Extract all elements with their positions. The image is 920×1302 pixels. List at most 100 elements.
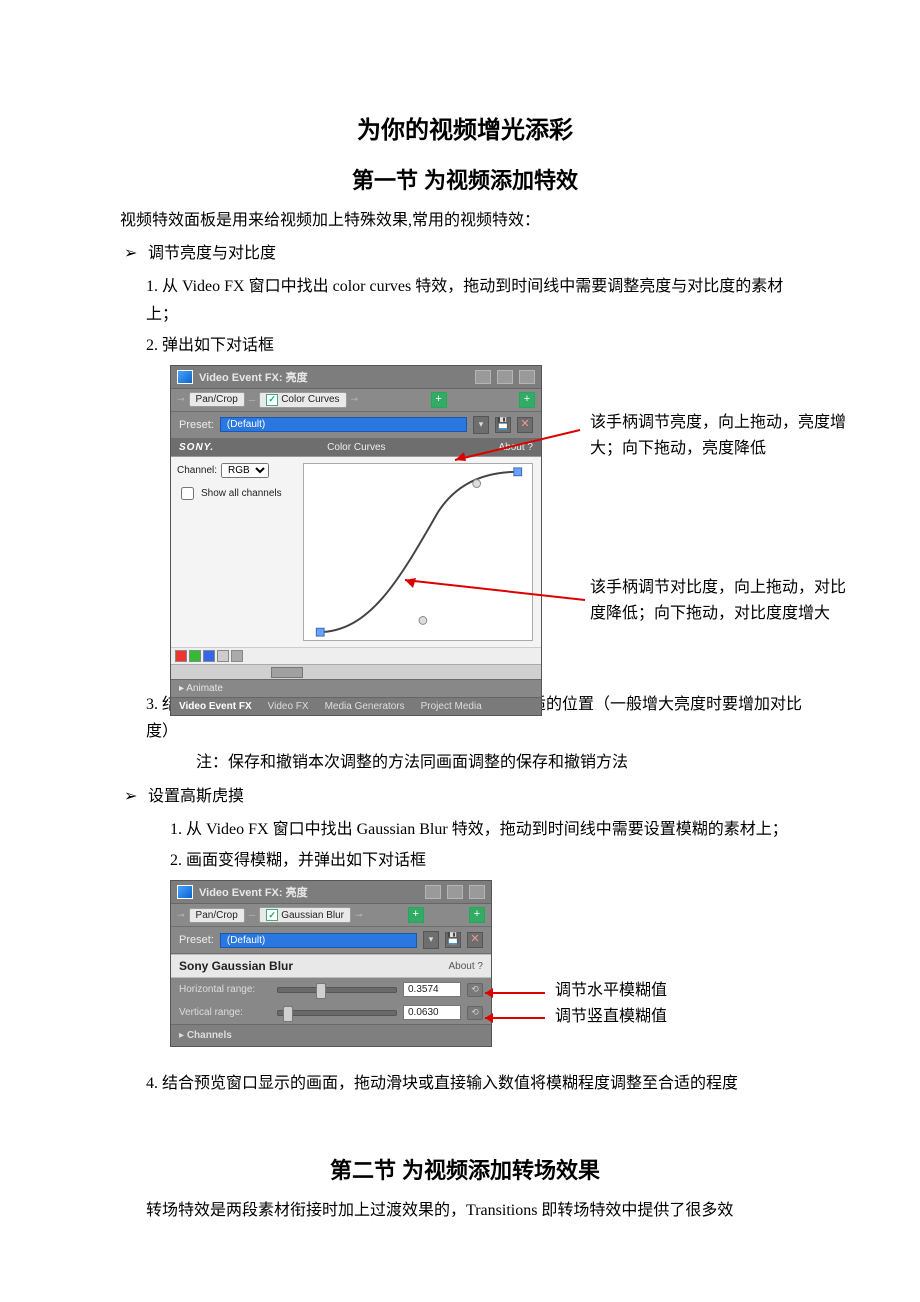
add-fx-button[interactable]: + <box>408 907 424 923</box>
add-fx-button[interactable]: + <box>431 392 447 408</box>
bullet-brightness: ➢ 调节亮度与对比度 <box>124 240 810 267</box>
h-range-slider[interactable] <box>277 987 397 993</box>
fx-titlebar: Video Event FX: 亮度 <box>171 366 541 389</box>
chain-connector-icon: ⊸ <box>177 910 185 921</box>
swatch-green[interactable] <box>189 650 201 662</box>
add-fx-button-2[interactable]: + <box>469 907 485 923</box>
fx-chain: ⊸ Pan/Crop ─ ✓ Gaussian Blur ⊸ + + <box>171 904 491 927</box>
gb-step-2: 2. 画面变得模糊，并弹出如下对话框 <box>120 847 810 874</box>
v-reset-icon[interactable]: ⟲ <box>467 1006 483 1020</box>
fx-header-label: Sony Gaussian Blur <box>179 959 293 973</box>
chain-pan-crop[interactable]: Pan/Crop <box>189 392 245 407</box>
fx-name-label: Color Curves <box>327 442 385 453</box>
delete-preset-icon[interactable]: ✕ <box>517 417 533 433</box>
fx-panel-color-curves: Video Event FX: 亮度 ⊸ Pan/Crop ─ ✓ Color … <box>170 365 542 716</box>
dropdown-icon[interactable]: ▾ <box>423 931 439 949</box>
fx-titlebar: Video Event FX: 亮度 <box>171 881 491 904</box>
chain-gaussian-blur[interactable]: ✓ Gaussian Blur <box>259 907 351 923</box>
figure-color-curves: Video Event FX: 亮度 ⊸ Pan/Crop ─ ✓ Color … <box>170 365 910 681</box>
check-icon: ✓ <box>266 394 278 406</box>
window-icon <box>177 370 193 384</box>
fx-body: Channel: RGB Show all channels <box>171 456 541 647</box>
preset-dropdown[interactable]: (Default) <box>220 933 417 948</box>
curve-canvas[interactable] <box>303 463 533 641</box>
titlebar-btn-3[interactable] <box>469 885 485 899</box>
channels-row[interactable]: ▸ Channels <box>171 1024 491 1046</box>
chain-connector-icon: ⊸ <box>351 394 359 405</box>
titlebar-btn-2[interactable] <box>447 885 463 899</box>
step-2: 2. 弹出如下对话框 <box>120 332 810 359</box>
fx-sidebar: Channel: RGB Show all channels <box>171 457 303 647</box>
section2-intro: 转场特效是两段素材衔接时加上过渡效果的，Transitions 即转场特效中提供… <box>120 1197 810 1224</box>
bullet-gaussian: ➢ 设置高斯虎摸 <box>124 783 810 810</box>
fx-panel-gaussian-blur: Video Event FX: 亮度 ⊸ Pan/Crop ─ ✓ Gaussi… <box>170 880 492 1047</box>
add-fx-button-2[interactable]: + <box>519 392 535 408</box>
animate-row[interactable]: ▸ Animate <box>171 679 541 697</box>
annotation-contrast: 该手柄调节对比度，向上拖动，对比度降低；向下拖动，对比度度增大 <box>590 575 850 626</box>
vertical-range-row: Vertical range: 0.0630 ⟲ <box>171 1001 491 1024</box>
preset-dropdown[interactable]: (Default) <box>220 417 467 432</box>
v-range-slider[interactable] <box>277 1010 397 1016</box>
fx-title-text: Video Event FX: 亮度 <box>199 884 308 900</box>
save-preset-icon[interactable]: 💾 <box>495 417 511 433</box>
swatch-blue[interactable] <box>203 650 215 662</box>
step-3-note: 注：保存和撤销本次调整的方法同画面调整的保存和撤销方法 <box>120 749 810 776</box>
titlebar-btn-2[interactable] <box>497 370 513 384</box>
show-all-label: Show all channels <box>201 488 282 499</box>
bullet-text: 设置高斯虎摸 <box>148 788 244 805</box>
step-1: 1. 从 Video FX 窗口中找出 color curves 特效，拖动到时… <box>120 273 810 327</box>
section2-heading: 第二节 为视频添加转场效果 <box>120 1153 810 1185</box>
titlebar-btn-3[interactable] <box>519 370 535 384</box>
preset-label: Preset: <box>179 419 214 431</box>
h-reset-icon[interactable]: ⟲ <box>467 983 483 997</box>
swatch-gray2[interactable] <box>231 650 243 662</box>
chain-pan-crop[interactable]: Pan/Crop <box>189 908 245 923</box>
about-link[interactable]: About ? <box>449 961 483 972</box>
preset-row: Preset: (Default) ▾ 💾 ✕ <box>171 412 541 439</box>
fx-subheader: SONY. Color Curves About ? <box>171 439 541 456</box>
fx-subheader: Sony Gaussian Blur About ? <box>171 954 491 978</box>
tab-media-generators[interactable]: Media Generators <box>325 701 405 712</box>
titlebar-btn-1[interactable] <box>475 370 491 384</box>
fx-title-text: Video Event FX: 亮度 <box>199 369 308 385</box>
gb-step-1: 1. 从 Video FX 窗口中找出 Gaussian Blur 特效，拖动到… <box>120 816 810 843</box>
tab-video-fx[interactable]: Video FX <box>268 701 309 712</box>
titlebar-btn-1[interactable] <box>425 885 441 899</box>
bullet-text: 调节亮度与对比度 <box>148 245 276 262</box>
v-range-value[interactable]: 0.0630 <box>403 1005 461 1020</box>
show-all-checkbox[interactable] <box>181 487 194 500</box>
delete-preset-icon[interactable]: ✕ <box>467 932 483 948</box>
dropdown-icon[interactable]: ▾ <box>473 416 489 434</box>
scrollbar[interactable] <box>171 664 541 679</box>
tab-project-media[interactable]: Project Media <box>421 701 482 712</box>
intro-text: 视频特效面板是用来给视频加上特殊效果,常用的视频特效： <box>120 207 810 234</box>
bullet-arrow-icon: ➢ <box>124 240 144 267</box>
swatch-red[interactable] <box>175 650 187 662</box>
figure-gaussian-blur: Video Event FX: 亮度 ⊸ Pan/Crop ─ ✓ Gaussi… <box>170 880 910 1060</box>
fx-chain: ⊸ Pan/Crop ─ ✓ Color Curves ⊸ + + <box>171 389 541 412</box>
tab-video-event-fx[interactable]: Video Event FX <box>179 701 252 712</box>
chain-color-curves[interactable]: ✓ Color Curves <box>259 392 346 408</box>
save-preset-icon[interactable]: 💾 <box>445 932 461 948</box>
check-icon: ✓ <box>266 909 278 921</box>
fx-tabs: Video Event FX Video FX Media Generators… <box>171 697 541 715</box>
step-4: 4. 结合预览窗口显示的画面，拖动滑块或直接输入数值将模糊程度调整至合适的程度 <box>120 1070 810 1097</box>
about-link[interactable]: About ? <box>499 442 533 453</box>
swatch-gray[interactable] <box>217 650 229 662</box>
section1-heading: 第一节 为视频添加特效 <box>120 163 810 195</box>
h-range-value[interactable]: 0.3574 <box>403 982 461 997</box>
horizontal-range-row: Horizontal range: 0.3574 ⟲ <box>171 978 491 1001</box>
doc-title: 为你的视频增光添彩 <box>120 110 810 145</box>
h-range-label: Horizontal range: <box>179 984 271 995</box>
channel-select[interactable]: RGB <box>221 463 269 478</box>
bullet-arrow-icon: ➢ <box>124 783 144 810</box>
channel-label: Channel: <box>177 465 217 476</box>
chain-connector-icon: ⊸ <box>177 394 185 405</box>
document-page: 为你的视频增光添彩 第一节 为视频添加特效 视频特效面板是用来给视频加上特殊效果… <box>0 0 920 1288</box>
color-swatches <box>171 647 541 664</box>
chain-connector-icon: ─ <box>249 395 255 405</box>
annotation-h-blur: 调节水平模糊值 <box>555 978 667 1004</box>
preset-row: Preset: (Default) ▾ 💾 ✕ <box>171 927 491 954</box>
brand-label: SONY. <box>179 442 214 453</box>
preset-label: Preset: <box>179 934 214 946</box>
